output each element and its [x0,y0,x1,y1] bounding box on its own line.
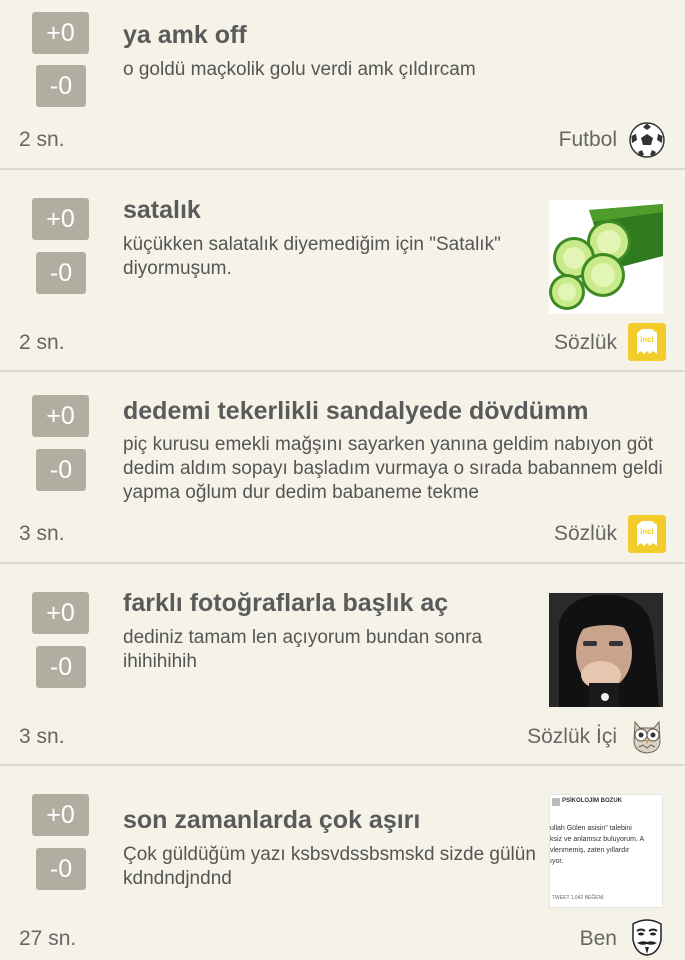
entry-title[interactable]: farklı fotoğraflarla başlık aç [123,589,448,618]
downvote-button[interactable]: -0 [36,848,86,890]
upvote-button[interactable]: +0 [32,592,89,634]
inci-owl-icon: inci [628,323,666,361]
downvote-button[interactable]: -0 [36,65,86,107]
tweet-line: ksiz ve anlamsız buluyorum. A [550,836,645,843]
entry-category[interactable]: Sözlük İçi [527,725,617,749]
entry-card[interactable]: +0 -0 farklı fotoğraflarla başlık aç ded… [0,564,685,766]
owl-icon [628,716,666,754]
entry-title[interactable]: satalık [123,196,201,225]
entry-card[interactable]: +0 -0 dedemi tekerlikli sandalyede dövdü… [0,372,685,564]
tweet-screenshot-thumbnail[interactable]: PSİKOLOJİM BOZUK ullah Gülen asisin" tal… [549,794,663,908]
entry-title[interactable]: dedemi tekerlikli sandalyede dövdümm [123,397,588,426]
entry-card[interactable]: +0 -0 son zamanlarda çok aşırı Çok güldü… [0,766,685,960]
entry-time: 3 sn. [19,522,65,545]
guy-fawkes-mask-icon [628,916,666,956]
upvote-button[interactable]: +0 [32,794,89,836]
upvote-button[interactable]: +0 [32,198,89,240]
entry-body: Çok güldüğüm yazı ksbsvdssbsmskd sizde g… [123,844,536,889]
entry-category[interactable]: Sözlük [554,522,617,546]
entry-time: 3 sn. [19,725,65,748]
tweet-line: vlenmemiş, zaten yıllardır [550,847,630,854]
entry-category[interactable]: Futbol [559,128,617,152]
entry-card[interactable]: +0 -0 satalık küçükken salatalık diyemed… [0,170,685,372]
entry-card[interactable]: +0 -0 ya amk off o goldü maçkolik golu v… [0,0,685,170]
entry-time: 2 sn. [19,331,65,354]
entry-body: küçükken salatalık diyemediğim için "Sat… [123,234,501,279]
inci-owl-icon: inci [628,515,666,553]
entry-time: 2 sn. [19,128,65,151]
entry-time: 27 sn. [19,927,77,950]
entry-title[interactable]: son zamanlarda çok aşırı [123,806,420,835]
upvote-button[interactable]: +0 [32,395,89,437]
entry-body: dediniz tamam len açıyorum bundan sonra … [123,627,483,672]
downvote-button[interactable]: -0 [36,646,86,688]
tweet-stats: TWEET 1.042 BEĞENİ [552,895,604,901]
downvote-button[interactable]: -0 [36,449,86,491]
entry-body: o goldü maçkolik golu verdi amk çıldırca… [123,59,476,80]
portrait-thumbnail[interactable] [549,593,663,707]
svg-text:inci: inci [640,335,654,344]
entry-body: piç kurusu emekli mağşını sayarken yanın… [123,434,663,503]
soccer-ball-icon [628,121,666,159]
tweet-author: PSİKOLOJİM BOZUK [562,798,623,804]
tweet-line: ıyor. [550,858,564,865]
entry-category[interactable]: Ben [580,927,617,951]
svg-text:inci: inci [640,527,654,536]
upvote-button[interactable]: +0 [32,12,89,54]
entry-title[interactable]: ya amk off [123,21,247,50]
entry-category[interactable]: Sözlük [554,331,617,355]
cucumber-thumbnail[interactable] [549,200,663,314]
tweet-line: ullah Gülen asisin" talebini [550,825,632,832]
downvote-button[interactable]: -0 [36,252,86,294]
